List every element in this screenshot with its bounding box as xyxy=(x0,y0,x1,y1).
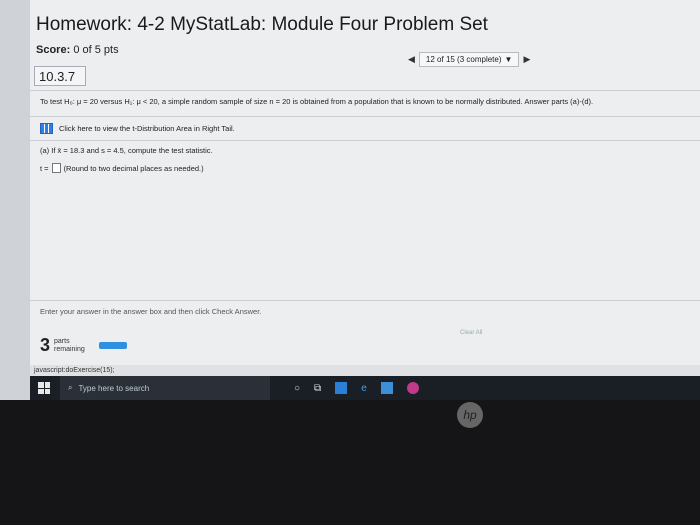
part-a-prompt: (a) If x̄ = 18.3 and s = 4.5, compute th… xyxy=(40,146,213,155)
divider xyxy=(30,140,700,141)
instructions: Enter your answer in the answer box and … xyxy=(40,307,262,316)
taskbar-icons: ○ ⧉ e xyxy=(294,382,419,394)
clear-all-button[interactable]: Clear All xyxy=(460,330,482,336)
photos-icon[interactable] xyxy=(380,382,393,394)
question-prompt: To test H₀: μ = 20 versus H₁: μ < 20, a … xyxy=(40,97,594,106)
parts-label-2: remaining xyxy=(54,345,85,353)
chevron-down-icon: ▼ xyxy=(504,55,513,64)
taskbar: ⌕ Type here to search ○ ⧉ e xyxy=(30,376,700,400)
table-icon xyxy=(40,123,53,134)
cortana-icon[interactable]: ○ xyxy=(294,383,300,394)
divider xyxy=(30,90,700,91)
homework-page: Homework: 4-2 MyStatLab: Module Four Pro… xyxy=(30,0,700,365)
parts-remaining: 3 parts remaining xyxy=(40,335,127,356)
question-position: 12 of 15 (3 complete) xyxy=(425,55,502,64)
score-value: 0 of 5 pts xyxy=(73,44,119,56)
section-number: 10.3.7 xyxy=(34,66,86,86)
answer-row: t = (Round to two decimal places as need… xyxy=(40,163,204,173)
progress-bar xyxy=(98,342,127,349)
question-select[interactable]: 12 of 15 (3 complete) ▼ xyxy=(418,52,520,67)
answer-prefix: t = xyxy=(40,163,49,173)
laptop-bezel xyxy=(0,400,700,525)
hp-logo: hp xyxy=(457,402,483,428)
divider xyxy=(30,116,700,117)
search-placeholder: Type here to search xyxy=(78,383,150,393)
store-icon[interactable] xyxy=(335,382,348,394)
next-question-icon[interactable]: ▶ xyxy=(523,54,530,65)
score: Score: 0 of 5 pts xyxy=(36,44,119,56)
question-navigator: ◀ 12 of 15 (3 complete) ▼ ▶ xyxy=(408,52,530,67)
task-view-icon[interactable]: ⧉ xyxy=(314,383,321,394)
table-link[interactable]: Click here to view the t-Distribution Ar… xyxy=(40,123,235,134)
score-label: Score: xyxy=(36,44,71,56)
edge-browser-icon[interactable]: e xyxy=(361,383,367,394)
answer-input[interactable] xyxy=(51,163,61,173)
table-link-text[interactable]: Click here to view the t-Distribution Ar… xyxy=(59,124,235,133)
app-icon[interactable] xyxy=(406,382,419,394)
divider xyxy=(30,300,700,301)
taskbar-search[interactable]: ⌕ Type here to search xyxy=(60,376,270,400)
screen: Homework: 4-2 MyStatLab: Module Four Pro… xyxy=(0,0,700,400)
windows-start-icon[interactable] xyxy=(38,382,50,394)
parts-label: parts remaining xyxy=(54,338,85,354)
search-icon: ⌕ xyxy=(68,383,73,392)
status-bar: javascript:doExercise(15); xyxy=(30,365,700,376)
page-title: Homework: 4-2 MyStatLab: Module Four Pro… xyxy=(36,14,488,35)
parts-count: 3 xyxy=(40,335,51,355)
parts-label-1: parts xyxy=(54,337,70,345)
left-edge xyxy=(0,0,30,400)
answer-hint: (Round to two decimal places as needed.) xyxy=(63,163,204,173)
prev-question-icon[interactable]: ◀ xyxy=(408,54,415,65)
